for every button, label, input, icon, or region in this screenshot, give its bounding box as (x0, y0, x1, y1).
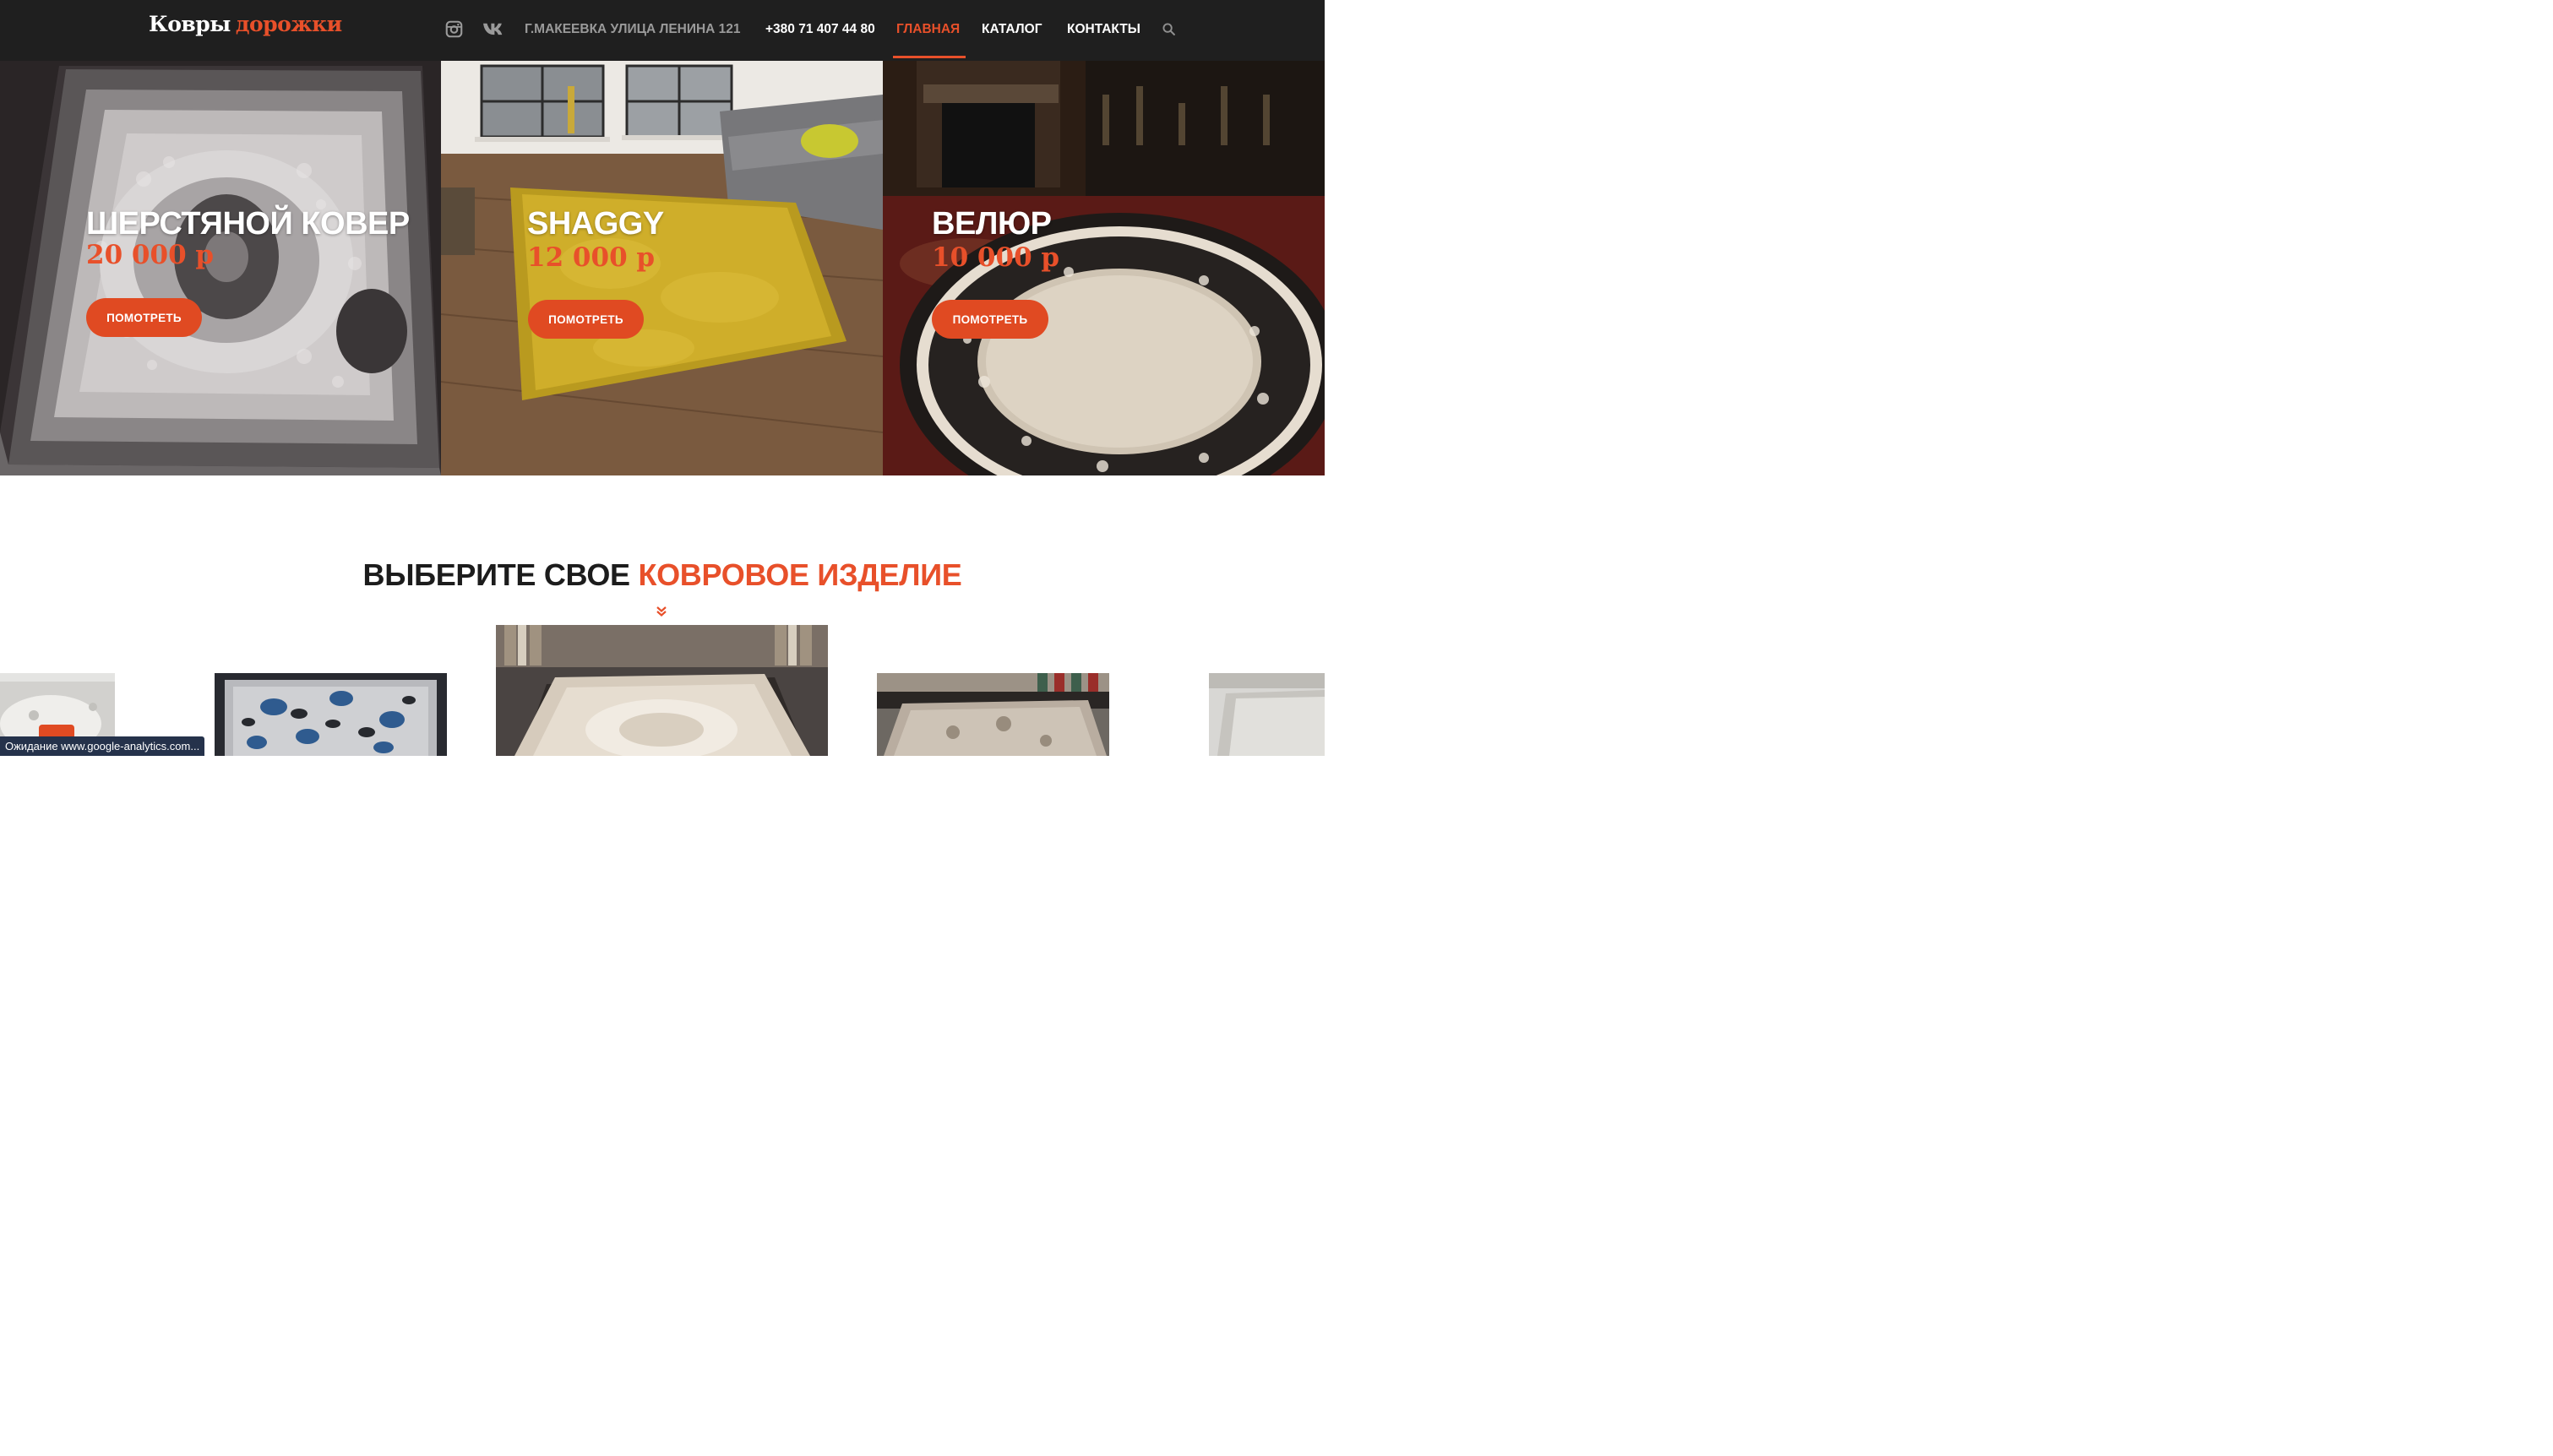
logo-part2: дорожки (235, 12, 342, 36)
slide-title: SHAGGY (527, 206, 664, 242)
browser-status-bar: Ожидание www.google-analytics.com... (0, 736, 205, 756)
search-icon[interactable] (1162, 23, 1175, 35)
logo[interactable]: Ковры дорожки (149, 12, 342, 36)
nav-active-indicator (893, 56, 966, 58)
view-button[interactable]: ПОМОТРЕТЬ (528, 300, 644, 339)
section-title-dark: ВЫБЕРИТЕ СВОЕ (362, 557, 631, 592)
product-card-active[interactable] (496, 625, 828, 756)
site-header: Ковры дорожки Г.МАКЕЕВКА УЛИЦА ЛЕНИНА 121… (0, 0, 1325, 61)
slide-price: 10 000 р (932, 242, 1060, 273)
wool-carpet-image (0, 61, 441, 475)
view-button[interactable]: ПОМОТРЕТЬ (932, 300, 1048, 339)
slide-title: ВЕЛЮР (932, 206, 1052, 242)
hero-slide-velour: ВЕЛЮР 10 000 р ПОМОТРЕТЬ (883, 61, 1325, 475)
section-title: ВЫБЕРИТЕ СВОЕ КОВРОВОЕ ИЗДЕЛИЕ (0, 557, 1325, 593)
vk-icon[interactable] (482, 22, 505, 35)
product-card[interactable] (215, 673, 447, 756)
nav-catalog[interactable]: КАТАЛОГ (982, 21, 1042, 38)
slide-title: ШЕРСТЯНОЙ КОВЕР (86, 206, 410, 242)
double-chevron-down-icon (656, 606, 667, 617)
store-address: Г.МАКЕЕВКА УЛИЦА ЛЕНИНА 121 (525, 22, 741, 36)
product-image (1209, 673, 1325, 756)
nav-contacts[interactable]: КОНТАКТЫ (1067, 21, 1140, 38)
product-card[interactable] (1209, 673, 1325, 756)
hero-slide-shaggy: SHAGGY 12 000 р ПОМОТРЕТЬ (441, 61, 883, 475)
section-title-accent: КОВРОВОЕ ИЗДЕЛИЕ (638, 557, 962, 592)
instagram-icon[interactable] (445, 20, 463, 38)
hero-slide-wool: ШЕРСТЯНОЙ КОВЕР 20 000 р ПОМОТРЕТЬ (0, 61, 441, 475)
slide-price: 20 000 р (86, 240, 215, 270)
product-image (496, 625, 828, 756)
logo-part1: Ковры (149, 12, 231, 36)
shaggy-carpet-image (441, 61, 883, 475)
view-button[interactable]: ПОМОТРЕТЬ (86, 298, 202, 337)
product-image (877, 673, 1109, 756)
product-image (215, 673, 447, 756)
store-phone[interactable]: +380 71 407 44 80 (765, 21, 875, 38)
product-card[interactable] (877, 673, 1109, 756)
slide-price: 12 000 р (527, 242, 656, 273)
nav-home[interactable]: ГЛАВНАЯ (896, 21, 960, 38)
